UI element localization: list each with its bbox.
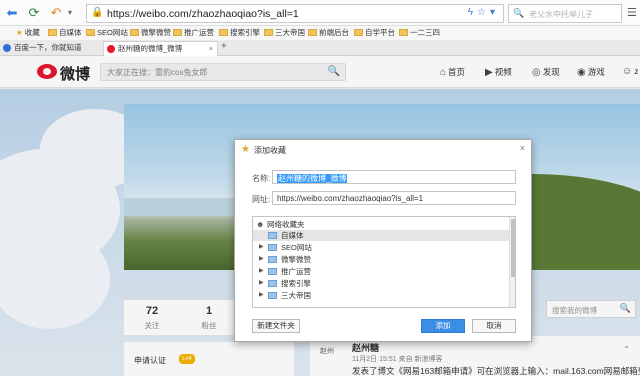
bookmark-item[interactable]: 搜索引擎 <box>219 27 260 38</box>
bookmark-item[interactable]: 前端后台 <box>308 27 349 38</box>
bookmark-item[interactable]: 一二三四 <box>399 27 440 38</box>
expand-arrow-icon[interactable]: ▶ <box>259 254 264 265</box>
url-text[interactable]: https://weibo.com/zhaozhaoqiao?is_all=1 <box>107 8 299 20</box>
bookmark-item[interactable]: 三大帝国 <box>264 27 305 38</box>
star-icon: ★ <box>16 28 23 37</box>
folder-icon <box>264 29 273 36</box>
back-arrow-icon[interactable]: ⬅ <box>4 5 20 21</box>
tree-folder-item[interactable]: ▶ 推广运营 <box>253 266 511 277</box>
bookmark-item[interactable]: 微擎微赞 <box>130 27 171 38</box>
expand-arrow-icon[interactable]: ▶ <box>259 278 264 289</box>
weibo-icon <box>107 45 115 53</box>
dropdown-icon[interactable]: ▾ <box>490 7 499 18</box>
folder-icon <box>268 256 277 263</box>
refresh-icon[interactable]: ⟳ <box>26 5 42 21</box>
tree-folder-item[interactable]: ▶ 三大帝国 <box>253 290 511 301</box>
star-icon[interactable]: ☆ <box>477 7 490 18</box>
search-icon: 🔍 <box>513 8 525 18</box>
undo-dropdown-icon[interactable]: ▾ <box>62 5 78 21</box>
bookmarks-bar: ★ 收藏 自媒体 SEO网站 微擎微赞 推广运营 搜索引擎 三大帝国 前端后台 自… <box>0 26 640 40</box>
close-icon[interactable]: × <box>520 143 525 153</box>
folder-icon <box>268 292 277 299</box>
folder-icon <box>130 29 139 36</box>
name-field[interactable]: 赵州糖的微博_微博 <box>272 170 516 184</box>
url-label: 网址: <box>252 195 271 204</box>
tree-folder-item[interactable]: ▶ SEO网站 <box>253 242 511 253</box>
bookmark-item[interactable]: 推广运营 <box>173 27 214 38</box>
bookmark-item[interactable]: 自媒体 <box>48 27 82 38</box>
folder-icon <box>48 29 57 36</box>
folder-tree[interactable]: ☻ 网络收藏夹 自媒体 ▶ SEO网站 ▶ 微擎微赞 ▶ 推广运营 ▶ 搜索引擎 <box>252 216 516 308</box>
browser-toolbar: ⬅ ⟳ ↶ ▾ 🔒 https://weibo.com/zhaozhaoqiao… <box>0 0 640 26</box>
expand-arrow-icon[interactable]: ▶ <box>259 290 264 301</box>
folder-icon <box>308 29 317 36</box>
browser-search-input[interactable]: 🔍 老父水中托举儿子 <box>508 4 622 23</box>
baidu-icon <box>3 44 11 52</box>
new-folder-button[interactable]: 新建文件夹 <box>252 319 300 333</box>
add-button[interactable]: 添加 <box>421 319 465 333</box>
folder-icon <box>268 280 277 287</box>
bookmark-item[interactable]: SEO网站 <box>86 27 128 38</box>
folder-icon <box>86 29 95 36</box>
folder-icon <box>399 29 408 36</box>
folder-icon <box>173 29 182 36</box>
tree-folder-item[interactable]: ▶ 搜索引擎 <box>253 278 511 289</box>
close-tab-icon[interactable]: × <box>209 42 213 56</box>
cancel-button[interactable]: 取消 <box>472 319 516 333</box>
bookmark-item[interactable]: 自学平台 <box>354 27 395 38</box>
flash-icon[interactable]: ϟ <box>468 7 477 18</box>
folder-icon <box>268 232 277 239</box>
new-tab-icon[interactable]: + <box>221 41 227 52</box>
favorite-star-icon: ★ <box>241 144 250 155</box>
tree-folder-item[interactable]: ▶ 微擎微赞 <box>253 254 511 265</box>
tree-scrollbar[interactable] <box>509 217 515 307</box>
name-label: 名称: <box>252 174 271 183</box>
dialog-title: 添加收藏 <box>254 146 286 155</box>
folder-icon <box>268 268 277 275</box>
tab-baidu[interactable]: 百度一下，你就知道 <box>0 41 100 56</box>
scrollbar-thumb[interactable] <box>511 219 515 277</box>
address-bar[interactable]: 🔒 https://weibo.com/zhaozhaoqiao?is_all=… <box>86 4 504 23</box>
tab-weibo[interactable]: 赵州糖的微博_微博 × <box>103 41 218 56</box>
lock-icon: 🔒 <box>91 7 104 18</box>
expand-arrow-icon[interactable]: ▶ <box>259 242 264 253</box>
url-field[interactable]: https://weibo.com/zhaozhaoqiao?is_all=1 <box>272 191 516 205</box>
menu-icon[interactable]: ☰ <box>627 6 637 19</box>
folder-icon <box>354 29 363 36</box>
folder-icon <box>219 29 228 36</box>
address-actions: ϟ☆▾ <box>468 7 499 18</box>
favorites-root-icon: ☻ <box>256 220 265 229</box>
folder-icon <box>268 244 277 251</box>
tree-folder-item[interactable]: 自媒体 <box>253 230 511 241</box>
search-placeholder: 老父水中托举儿子 <box>529 10 593 19</box>
add-favorite-dialog: ★ 添加收藏 × 名称: 赵州糖的微博_微博 网址: https://weibo… <box>234 139 532 342</box>
bookmark-item[interactable]: ★ 收藏 <box>16 27 40 38</box>
tab-bar: 百度一下，你就知道 赵州糖的微博_微博 × + <box>0 40 640 56</box>
tree-root[interactable]: ☻ 网络收藏夹 <box>253 219 511 230</box>
expand-arrow-icon[interactable]: ▶ <box>259 266 264 277</box>
